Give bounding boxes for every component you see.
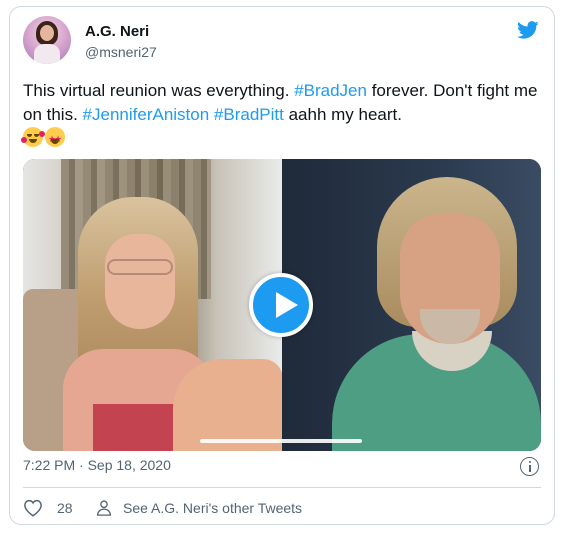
hashtag-bradpitt-link[interactable]: #BradPitt [214,105,284,124]
like-button[interactable]: 28 [23,497,73,519]
video-progress-track[interactable] [200,439,362,443]
play-icon [276,292,298,318]
play-button[interactable] [249,273,313,337]
video-right-pane [282,159,541,451]
video-player[interactable] [23,159,541,451]
twitter-bird-icon[interactable] [516,19,540,41]
other-tweets-link[interactable]: See A.G. Neri's other Tweets [95,497,302,519]
smiling-face-with-hearts-emoji [21,127,45,147]
tweet-text-segment: This virtual reunion was everything. [23,81,295,100]
tweet-text: This virtual reunion was everything. #Br… [21,79,541,152]
heart-icon [24,499,42,517]
user-display-name[interactable]: A.G. Neri [85,23,149,40]
like-count: 28 [57,500,73,516]
hashtag-jenniferaniston-link[interactable]: #JenniferAniston [83,105,210,124]
person-icon [96,500,112,516]
tweet-timestamp[interactable]: 7:22 PM · Sep 18, 2020 [23,457,171,473]
star-struck-emoji [45,127,65,152]
embedded-tweet-card[interactable]: A.G. Neri @msneri27 This virtual reunion… [9,6,555,525]
user-handle[interactable]: @msneri27 [85,44,157,60]
video-left-pane [23,159,283,451]
hashtag-bradjen-link[interactable]: #BradJen [294,81,367,100]
info-icon[interactable] [520,457,539,476]
other-tweets-label: See A.G. Neri's other Tweets [123,500,303,516]
avatar[interactable] [23,16,71,64]
tweet-text-segment: aahh my heart. [283,105,402,124]
divider [23,487,541,488]
